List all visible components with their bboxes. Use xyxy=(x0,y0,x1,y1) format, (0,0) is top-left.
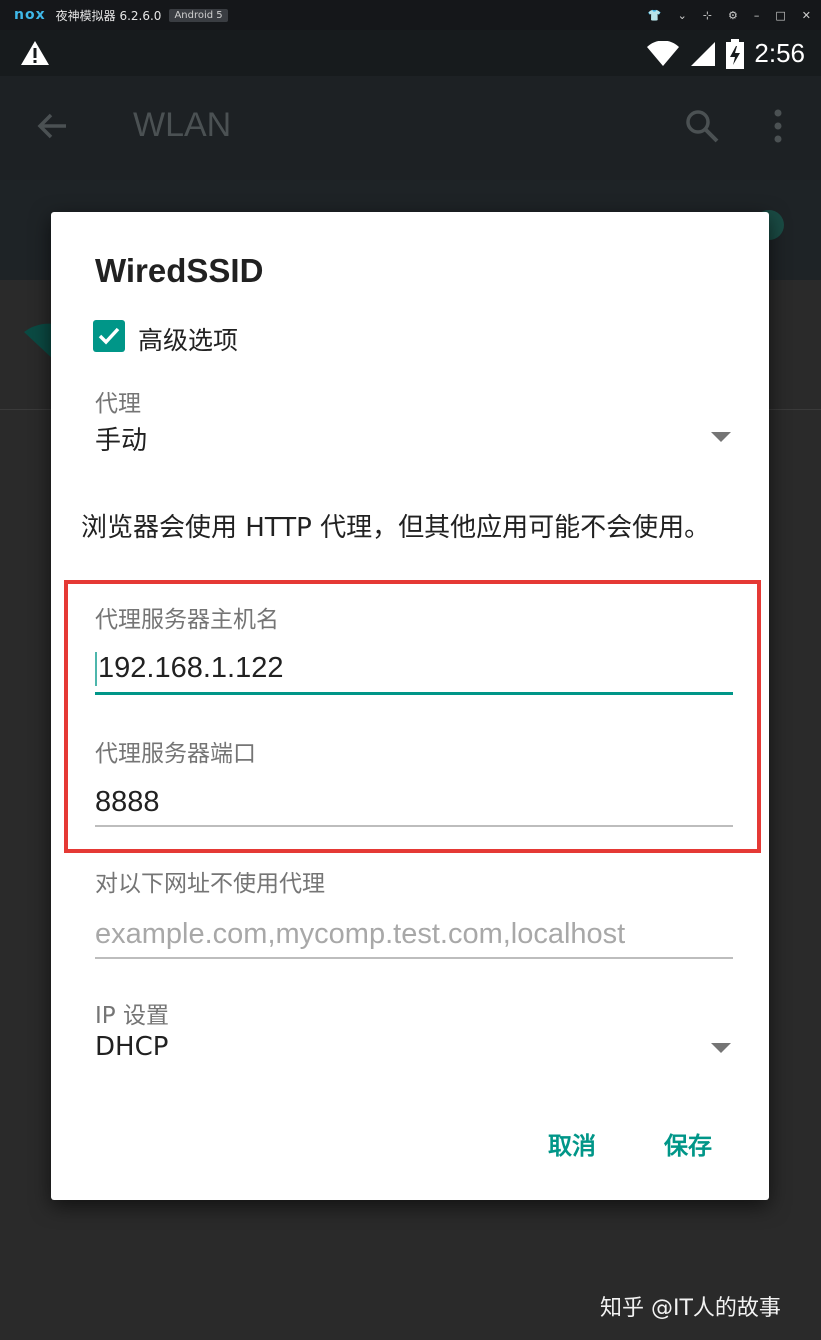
advanced-options-label: 高级选项 xyxy=(138,326,239,355)
maximize-icon[interactable]: □ xyxy=(775,9,785,22)
shirt-icon[interactable]: 👕 xyxy=(648,9,662,22)
proxy-label: 代理 xyxy=(95,391,141,417)
status-icons: 2:56 xyxy=(646,38,805,69)
search-icon[interactable] xyxy=(684,108,720,144)
proxy-port-label: 代理服务器端口 xyxy=(95,741,256,767)
chevron-down-icon[interactable]: ⌄ xyxy=(678,9,687,22)
text-cursor xyxy=(95,652,97,687)
emulator-window-controls: 👕 ⌄ ⊹ ⚙ – □ ✕ xyxy=(648,0,811,30)
back-arrow-icon[interactable] xyxy=(36,110,68,142)
proxy-port-input[interactable]: 8888 xyxy=(95,786,733,827)
wifi-icon xyxy=(647,40,680,66)
warning-icon xyxy=(21,41,49,65)
watermark: 知乎 @IT人的故事 xyxy=(600,1296,781,1321)
proxy-host-input[interactable]: 192.168.1.122 xyxy=(95,652,733,696)
more-vert-icon[interactable] xyxy=(770,108,786,144)
ip-settings-label: IP 设置 xyxy=(95,1003,169,1029)
chevron-down-icon[interactable] xyxy=(711,432,731,442)
dialog-title: WiredSSID xyxy=(95,252,264,289)
proxy-note: 浏览器会使用 HTTP 代理，但其他应用可能不会使用。 xyxy=(81,513,711,543)
nox-logo: nox xyxy=(14,7,46,23)
advanced-options-checkbox[interactable] xyxy=(93,320,125,352)
minimize-icon[interactable]: – xyxy=(754,9,760,22)
status-clock: 2:56 xyxy=(754,38,805,68)
proxy-host-value: 192.168.1.122 xyxy=(98,652,284,684)
cancel-button[interactable]: 取消 xyxy=(548,1126,596,1161)
ip-settings-select[interactable]: DHCP xyxy=(95,1032,168,1062)
save-button[interactable]: 保存 xyxy=(664,1126,712,1161)
android-version-badge: Android 5 xyxy=(169,8,228,22)
close-icon[interactable]: ✕ xyxy=(802,9,811,22)
gear-icon[interactable]: ⚙ xyxy=(728,9,738,22)
proxy-select[interactable]: 手动 xyxy=(95,420,147,457)
bypass-input[interactable]: example.com,mycomp.test.com,localhost xyxy=(95,918,733,959)
proxy-host-label: 代理服务器主机名 xyxy=(95,607,279,633)
wifi-config-dialog: WiredSSID 高级选项 代理 手动 浏览器会使用 HTTP 代理，但其他应… xyxy=(51,212,769,1200)
app-title: WLAN xyxy=(133,106,232,144)
check-icon xyxy=(98,327,120,345)
signal-icon xyxy=(691,41,716,66)
chevron-down-icon[interactable] xyxy=(711,1043,731,1053)
bypass-label: 对以下网址不使用代理 xyxy=(95,871,325,897)
emulator-title-bar: nox 夜神模拟器 6.2.6.0 Android 5 👕 ⌄ ⊹ ⚙ – □ … xyxy=(0,0,821,30)
pin-icon[interactable]: ⊹ xyxy=(703,9,712,22)
emulator-title: 夜神模拟器 6.2.6.0 xyxy=(55,8,162,23)
android-status-bar: 2:56 xyxy=(0,30,821,76)
battery-charging-icon xyxy=(726,38,745,69)
